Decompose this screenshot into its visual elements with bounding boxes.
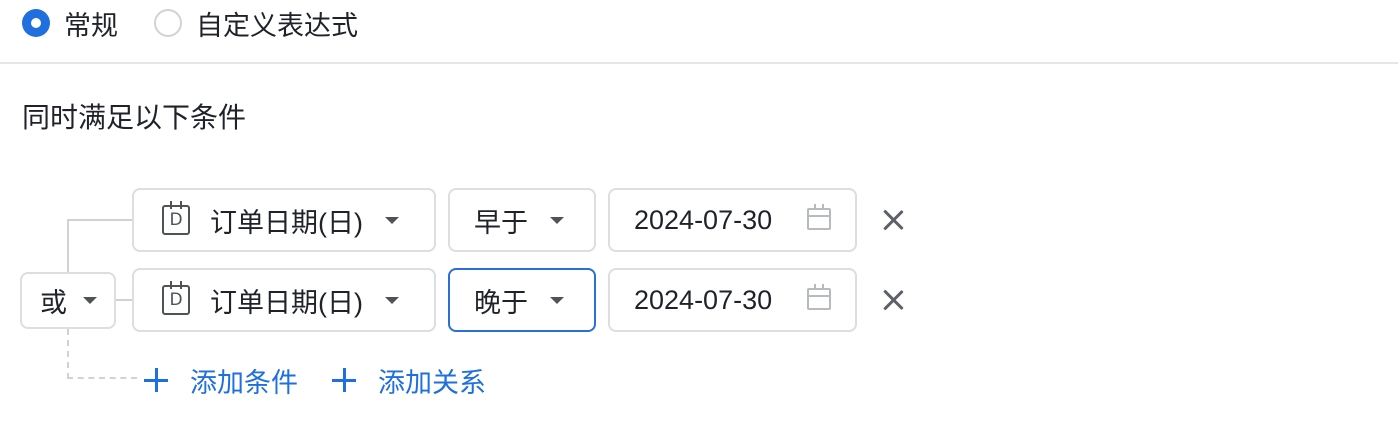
remove-condition-2-close-icon[interactable] bbox=[878, 285, 908, 315]
add-relation-label: 添加关系 bbox=[378, 367, 486, 398]
field-select-2[interactable]: D 订单日期(日) bbox=[132, 268, 436, 332]
relation-select-value: 或 bbox=[40, 288, 67, 318]
relation-select[interactable]: 或 bbox=[20, 272, 116, 329]
date-picker-2[interactable]: 2024-07-30 bbox=[608, 268, 857, 332]
field-select-1[interactable]: D 订单日期(日) bbox=[132, 188, 436, 252]
add-condition-label: 添加条件 bbox=[190, 367, 298, 398]
operator-select-1[interactable]: 早于 bbox=[448, 188, 596, 252]
field-select-1-value: 订单日期(日) bbox=[210, 207, 363, 238]
plus-icon bbox=[144, 368, 168, 392]
remove-condition-1-close-icon[interactable] bbox=[878, 205, 908, 235]
divider bbox=[0, 62, 1398, 64]
mode-radio-group: 常规 自定义表达式 bbox=[22, 0, 394, 46]
chevron-down-icon bbox=[550, 216, 564, 224]
chevron-down-icon bbox=[384, 296, 399, 304]
operator-select-2-value: 晚于 bbox=[474, 287, 528, 318]
radio-normal[interactable]: 常规 bbox=[22, 4, 118, 43]
chevron-down-icon bbox=[83, 297, 97, 304]
connector-top-horizontal bbox=[67, 219, 133, 221]
section-title: 同时满足以下条件 bbox=[22, 102, 247, 133]
connector-top-vertical bbox=[67, 219, 69, 272]
calendar-icon[interactable] bbox=[807, 284, 831, 310]
radio-unchecked-icon[interactable] bbox=[154, 9, 182, 37]
connector-dashed-vertical bbox=[67, 329, 69, 379]
field-select-2-value: 订单日期(日) bbox=[210, 287, 363, 318]
date-field-icon: D bbox=[162, 201, 190, 235]
date-picker-1[interactable]: 2024-07-30 bbox=[608, 188, 857, 252]
chevron-down-icon bbox=[384, 216, 399, 224]
radio-custom-expression[interactable]: 自定义表达式 bbox=[154, 4, 358, 43]
connector-dashed-horizontal bbox=[67, 377, 137, 379]
add-relation-button[interactable]: 添加关系 bbox=[332, 362, 486, 398]
plus-icon bbox=[332, 368, 356, 392]
radio-checked-icon[interactable] bbox=[22, 9, 50, 37]
connector-middle-horizontal bbox=[115, 299, 133, 301]
date-field-icon: D bbox=[162, 281, 190, 315]
date-picker-1-value: 2024-07-30 bbox=[634, 204, 773, 235]
radio-custom-expression-label: 自定义表达式 bbox=[196, 10, 358, 41]
operator-select-2[interactable]: 晚于 bbox=[448, 268, 596, 332]
chevron-down-icon bbox=[550, 296, 564, 304]
calendar-icon[interactable] bbox=[807, 204, 831, 230]
radio-normal-label: 常规 bbox=[64, 10, 118, 41]
add-condition-button[interactable]: 添加条件 bbox=[144, 362, 298, 398]
operator-select-1-value: 早于 bbox=[474, 207, 528, 238]
date-picker-2-value: 2024-07-30 bbox=[634, 284, 773, 315]
